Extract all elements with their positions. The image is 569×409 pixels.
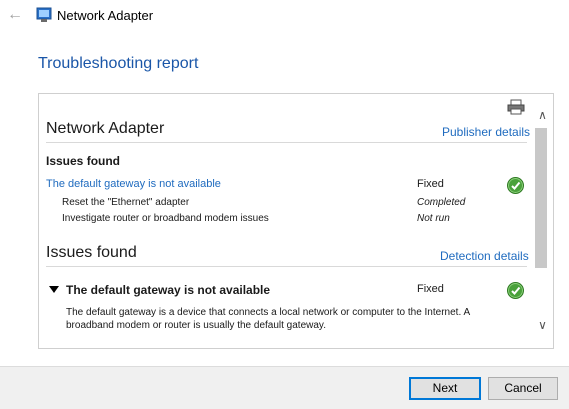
back-arrow-icon[interactable]: ← [6,6,24,24]
publisher-details-link[interactable]: Publisher details [442,125,530,139]
detection-details-link[interactable]: Detection details [440,249,529,263]
footer-bar: Next Cancel [0,366,569,409]
report-panel: Network Adapter Publisher details Issues… [38,93,554,349]
issue-status: Fixed [417,178,444,190]
issue-link[interactable]: The default gateway is not available [46,178,221,190]
printer-icon[interactable] [507,99,525,115]
divider [46,142,527,143]
divider [46,266,527,267]
issue-title: The default gateway is not available [66,283,271,297]
step-investigate-router: Investigate router or broadband modem is… [62,213,269,224]
scroll-thumb[interactable] [535,128,547,268]
page-title: Troubleshooting report [38,55,199,72]
window-title: Network Adapter [57,8,154,23]
check-icon [507,282,524,299]
issues-found-heading: Issues found [46,154,121,168]
step-reset-adapter: Reset the "Ethernet" adapter [62,197,190,208]
section-title-network-adapter: Network Adapter [46,120,165,137]
title-bar: ← Network Adapter [0,0,569,32]
step-reset-status: Completed [417,197,466,208]
cancel-button[interactable]: Cancel [488,377,558,400]
issue-description: The default gateway is a device that con… [66,307,470,331]
check-icon [507,177,524,194]
report-scrollbar[interactable]: ∧ ∨ [533,94,552,348]
expand-triangle-icon[interactable] [49,286,59,293]
scroll-up-icon[interactable]: ∧ [533,106,552,124]
next-button[interactable]: Next [409,377,481,400]
issue-status-fixed: Fixed [417,283,444,295]
section-title-issues-found: Issues found [46,244,137,261]
step-investigate-status: Not run [417,213,450,224]
scroll-down-icon[interactable]: ∨ [533,316,552,334]
network-adapter-icon [36,7,52,23]
